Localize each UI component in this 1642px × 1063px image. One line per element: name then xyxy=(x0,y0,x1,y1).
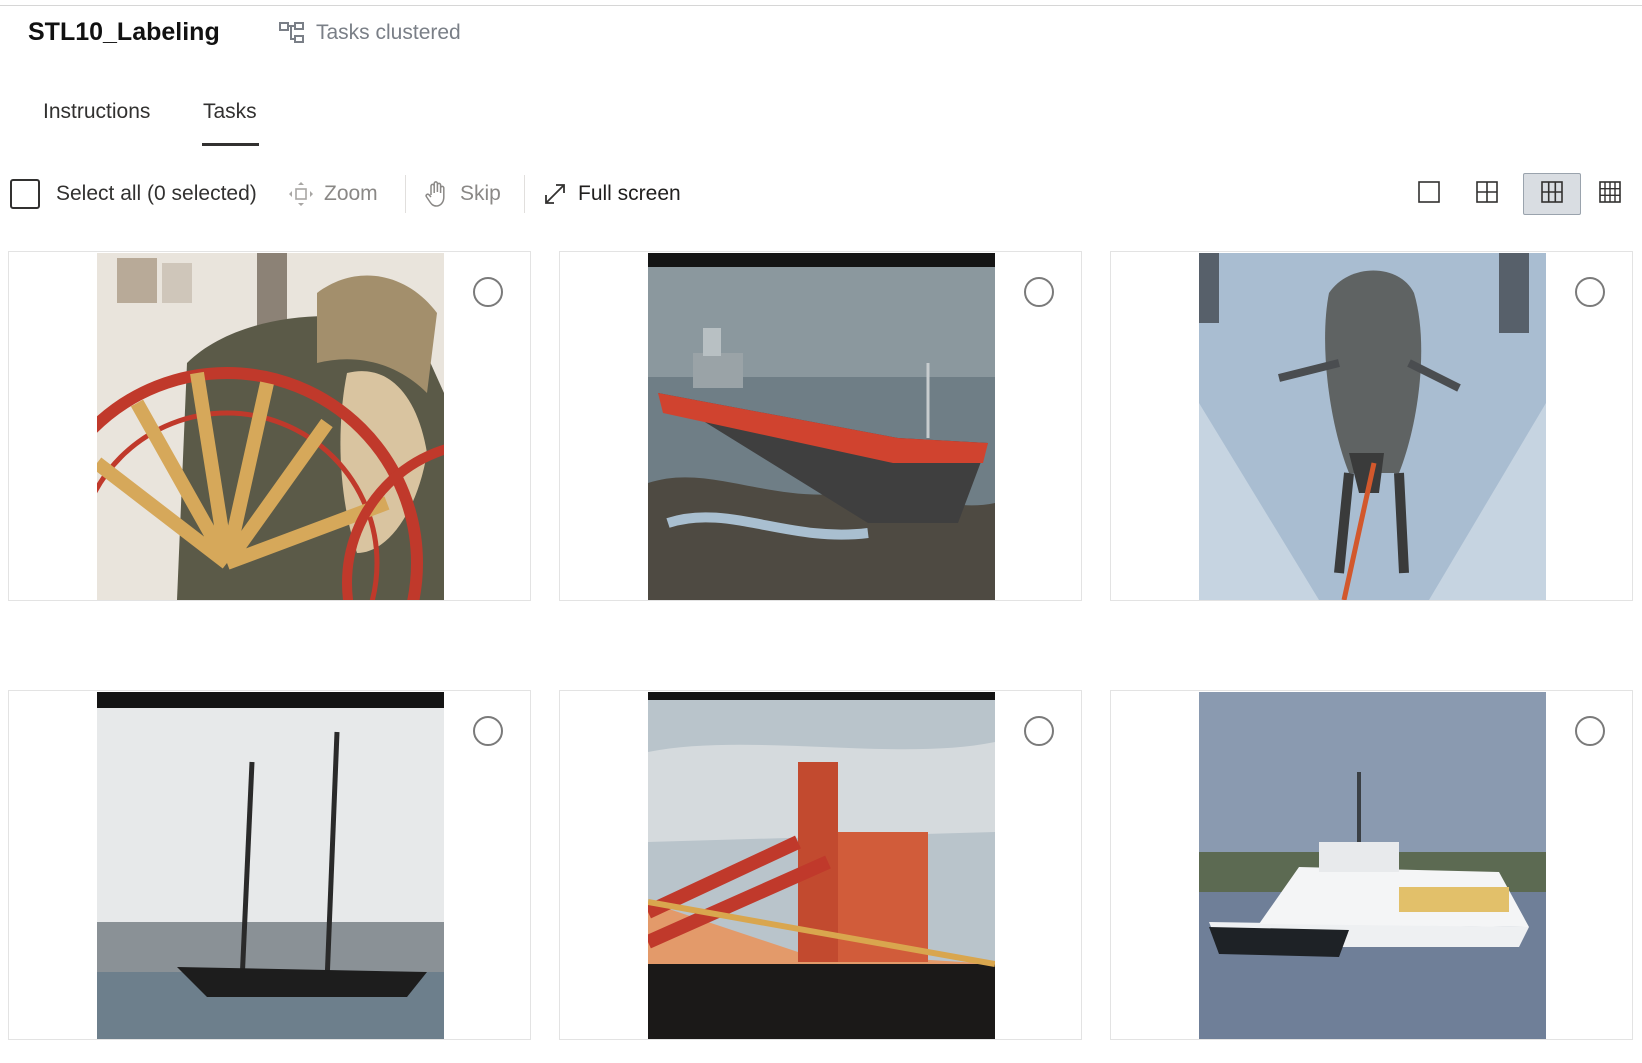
toolbar-divider xyxy=(405,175,406,213)
tab-tasks[interactable]: Tasks xyxy=(203,100,257,124)
top-divider xyxy=(0,5,1642,6)
grid-2x2-button[interactable] xyxy=(1464,173,1510,215)
zoom-label: Zoom xyxy=(324,182,378,205)
tasks-clustered-indicator: Tasks clustered xyxy=(278,20,461,46)
zoom-move-icon xyxy=(288,181,314,207)
task-select-radio[interactable] xyxy=(1575,277,1605,307)
task-card[interactable] xyxy=(8,690,531,1040)
grid-3x3-icon xyxy=(1541,180,1563,208)
horse-cart-image xyxy=(97,253,444,600)
full-screen-label: Full screen xyxy=(578,182,681,205)
task-select-radio[interactable] xyxy=(1575,716,1605,746)
tab-instructions[interactable]: Instructions xyxy=(43,100,150,124)
grid-4x4-button[interactable] xyxy=(1587,173,1633,215)
sailing-schooner-image xyxy=(97,692,444,1039)
tasks-clustered-label: Tasks clustered xyxy=(316,21,461,44)
red-cargo-ship-image xyxy=(648,253,995,600)
active-tab-indicator xyxy=(202,143,259,146)
white-ferry-image xyxy=(1199,692,1546,1039)
select-all-label: Select all (0 selected) xyxy=(56,182,257,205)
select-all-checkbox[interactable] xyxy=(10,179,40,209)
grid-4x4-icon xyxy=(1599,180,1621,208)
zoom-button[interactable]: Zoom xyxy=(288,173,378,215)
skip-button[interactable]: Skip xyxy=(424,173,501,215)
grid-3x3-button[interactable] xyxy=(1523,173,1581,215)
task-select-radio[interactable] xyxy=(473,716,503,746)
task-card[interactable] xyxy=(1110,251,1633,601)
task-select-radio[interactable] xyxy=(1024,716,1054,746)
toolbar-divider xyxy=(524,175,525,213)
grid-2x2-icon xyxy=(1476,180,1498,208)
task-select-radio[interactable] xyxy=(473,277,503,307)
single-view-button[interactable] xyxy=(1406,173,1452,215)
ship-deck-image xyxy=(648,692,995,1039)
full-screen-button[interactable]: Full screen xyxy=(542,173,681,215)
toolbar: Select all (0 selected) Zoom Skip Full s… xyxy=(10,173,1632,215)
single-view-icon xyxy=(1418,180,1440,208)
task-card[interactable] xyxy=(559,251,1082,601)
task-card[interactable] xyxy=(1110,690,1633,1040)
task-card[interactable] xyxy=(559,690,1082,1040)
skip-label: Skip xyxy=(460,182,501,205)
hand-icon xyxy=(424,180,450,208)
reindeer-image xyxy=(1199,253,1546,600)
task-card[interactable] xyxy=(8,251,531,601)
select-all-control[interactable]: Select all (0 selected) xyxy=(10,173,257,215)
project-title: STL10_Labeling xyxy=(28,18,220,46)
cluster-icon xyxy=(278,20,306,46)
task-select-radio[interactable] xyxy=(1024,277,1054,307)
expand-icon xyxy=(542,181,568,207)
